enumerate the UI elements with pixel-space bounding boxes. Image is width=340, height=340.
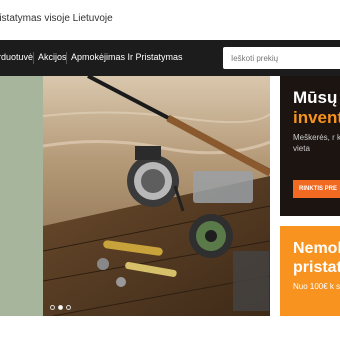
free-delivery-promo-card: Nemok pristat Nuo 100€ k sumos.: [280, 226, 340, 316]
carousel-dot-1[interactable]: [50, 305, 55, 310]
search-box: [223, 47, 340, 69]
inventory-title-line2: invente: [293, 108, 340, 127]
nav-item-payment-delivery[interactable]: Apmokėjimas Ir Pristatymas: [71, 52, 183, 62]
delivery-title-line2: pristat: [293, 259, 340, 276]
delivery-title-line1: Nemok: [293, 240, 340, 257]
top-strip: ristatymas visoje Lietuvoje: [0, 0, 340, 40]
shipping-info: ristatymas visoje Lietuvoje: [0, 13, 113, 24]
choose-products-button[interactable]: RINKTIS PRE: [293, 180, 340, 198]
previous-slide-peek: [0, 76, 43, 316]
nav-item-shop[interactable]: rduotuvė: [0, 52, 33, 62]
inventory-description: Meškerės, r kita žvejybo vienoje vieta: [293, 133, 340, 153]
nav-divider: [33, 52, 34, 64]
search-input[interactable]: [223, 47, 333, 69]
delivery-description: Nuo 100€ k sumos.: [293, 282, 340, 291]
carousel-dot-2[interactable]: [58, 305, 63, 310]
inventory-promo-card: Mūsų invente Meškerės, r kita žvejybo vi…: [280, 76, 340, 216]
fishing-reel-image: [43, 76, 270, 316]
carousel-dots: [50, 305, 71, 310]
hero-banner[interactable]: [43, 76, 270, 316]
carousel-dot-3[interactable]: [66, 305, 71, 310]
nav-item-deals[interactable]: Akcijos: [38, 52, 67, 62]
inventory-title-line1: Mūsų: [293, 88, 338, 107]
nav-divider: [66, 52, 67, 64]
